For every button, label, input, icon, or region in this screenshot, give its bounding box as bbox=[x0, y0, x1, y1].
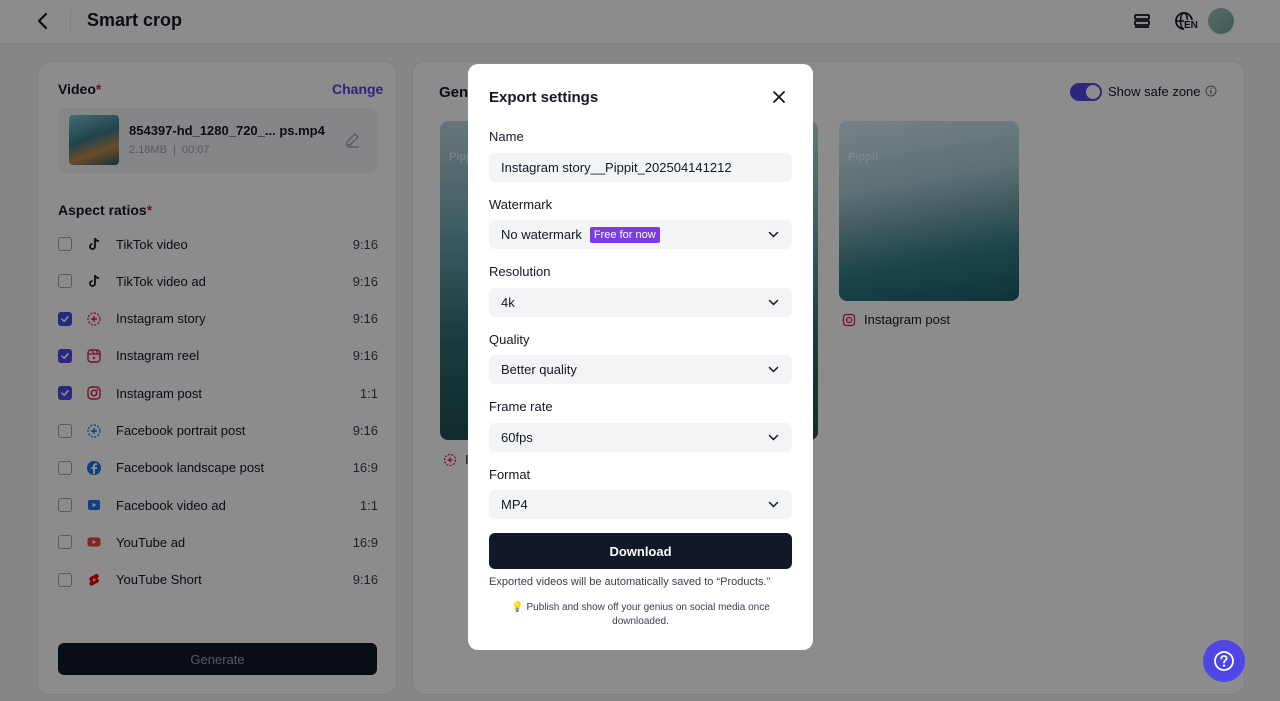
chevron-down-icon bbox=[768, 366, 779, 373]
publish-tip: 💡 Publish and show off your genius on so… bbox=[511, 602, 770, 627]
resolution-select[interactable]: 4k bbox=[489, 288, 792, 317]
name-field[interactable] bbox=[489, 153, 792, 182]
name-label: Name bbox=[489, 129, 524, 144]
help-icon bbox=[1214, 651, 1234, 671]
framerate-label: Frame rate bbox=[489, 399, 553, 414]
format-select[interactable]: MP4 bbox=[489, 490, 792, 519]
quality-select[interactable]: Better quality bbox=[489, 355, 792, 384]
quality-label: Quality bbox=[489, 332, 530, 347]
free-badge: Free for now bbox=[589, 226, 660, 243]
export-settings-modal: Export settings Name Watermark No waterm… bbox=[468, 64, 813, 650]
resolution-value: 4k bbox=[501, 295, 515, 310]
watermark-value: No watermark bbox=[501, 227, 582, 242]
resolution-label: Resolution bbox=[489, 264, 551, 279]
name-input[interactable] bbox=[501, 160, 781, 175]
chevron-down-icon bbox=[768, 299, 779, 306]
close-icon[interactable] bbox=[769, 87, 789, 107]
quality-value: Better quality bbox=[501, 362, 577, 377]
modal-title: Export settings bbox=[489, 89, 599, 106]
chevron-down-icon bbox=[768, 501, 779, 508]
format-label: Format bbox=[489, 467, 531, 482]
chevron-down-icon bbox=[768, 231, 779, 238]
format-value: MP4 bbox=[501, 497, 528, 512]
watermark-label: Watermark bbox=[489, 197, 553, 212]
chevron-down-icon bbox=[768, 434, 779, 441]
framerate-value: 60fps bbox=[501, 430, 533, 445]
help-button[interactable] bbox=[1203, 640, 1245, 682]
watermark-select[interactable]: No watermark Free for now bbox=[489, 220, 792, 249]
export-note: Exported videos will be automatically sa… bbox=[489, 576, 771, 588]
download-button[interactable]: Download bbox=[489, 533, 792, 569]
framerate-select[interactable]: 60fps bbox=[489, 423, 792, 452]
